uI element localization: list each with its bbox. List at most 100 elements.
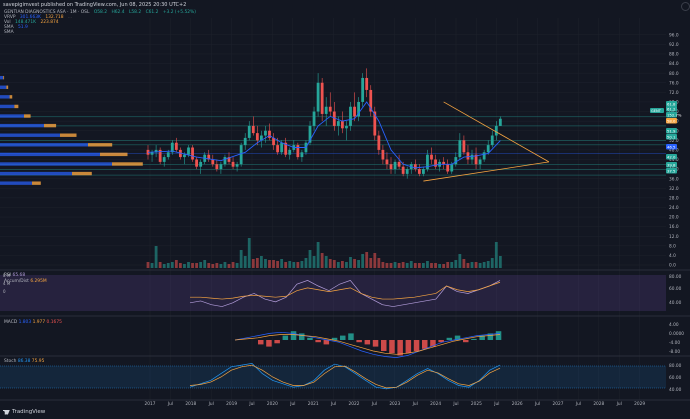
time-tick-label: 2026: [512, 401, 523, 407]
volume-bar: [207, 263, 211, 268]
time-tick-label: 2024: [430, 401, 441, 407]
candle-body: [458, 140, 462, 158]
volume-bar: [300, 261, 304, 268]
volume-bar: [389, 263, 393, 268]
volume-bar: [478, 263, 482, 268]
volume-bar: [154, 246, 158, 268]
time-tick-label: Jul: [289, 401, 295, 407]
volume-bar: [276, 261, 279, 268]
time-tick-label: 2025: [471, 401, 482, 407]
price-tick-label: 12.0: [669, 234, 679, 240]
macd-histogram-bar: [323, 340, 330, 345]
vrvp-value-3: ...: [67, 15, 73, 20]
candle-body: [385, 159, 389, 165]
macd-histogram-bar: [315, 340, 321, 343]
vp-bar: [0, 75, 4, 80]
ohlc-open: O58.2: [93, 10, 108, 15]
macd-tick: 0.0000: [669, 331, 684, 337]
price-tick-label: 8.0: [669, 243, 676, 249]
rsi-legend[interactable]: RSI 65.68: [4, 273, 25, 278]
candle-body: [450, 164, 454, 172]
candle-body: [174, 142, 178, 150]
macd-histogram-bar: [405, 340, 412, 354]
candle-body: [417, 169, 421, 174]
macd-histogram-bar: [381, 340, 387, 351]
volume-bar: [498, 256, 502, 268]
rsi-value: 65.68: [12, 273, 26, 278]
rsi-band: [0, 275, 666, 311]
candle-body: [393, 161, 397, 170]
ohlc-change: +3.2 (+5.52%): [162, 10, 196, 15]
macd-histogram-bar: [364, 340, 371, 345]
candle-body: [324, 106, 328, 114]
volume-bar: [272, 260, 275, 268]
candle-body: [255, 133, 259, 141]
candle-body: [353, 106, 356, 117]
stoch-tick: 80.00: [669, 363, 682, 369]
volume-bar: [170, 262, 174, 268]
volume-bar: [235, 263, 239, 268]
volume-bar: [369, 258, 373, 268]
vp-bar-value: [6, 85, 9, 89]
volume-bar: [430, 263, 433, 268]
sma-legend-2[interactable]: SMA: [4, 30, 20, 35]
price-tick-label: 0.0: [669, 263, 676, 269]
volume-bar: [446, 262, 450, 268]
candle-body: [288, 149, 292, 155]
volume-bar: [357, 260, 360, 268]
time-tick-label: 2019: [226, 401, 237, 407]
vp-bar: [0, 162, 112, 166]
time-tick-label: 2022: [349, 401, 360, 407]
volume-bar: [462, 259, 466, 268]
rsi-pane: 8 M4 M080.0060.0040.00: [0, 273, 682, 311]
accum-legend[interactable]: Accum/Dist 6.295M: [4, 279, 47, 284]
accum-name: Accum/Dist: [4, 279, 29, 284]
vp-bar-value: [3, 75, 5, 80]
volume-bar: [320, 253, 324, 268]
time-tick-label: 2028: [593, 401, 604, 407]
candle-body: [300, 152, 304, 158]
candle-body: [490, 135, 494, 146]
vp-bar-value: [100, 152, 128, 157]
volume-bar: [199, 262, 203, 268]
candle-body: [166, 152, 170, 158]
macd-histogram-bar: [463, 340, 469, 343]
volume-bar: [215, 263, 219, 268]
candle-body: [389, 164, 393, 170]
camera-icon[interactable]: [681, 2, 690, 11]
candle-body: [401, 166, 405, 174]
candle-body: [280, 142, 284, 153]
volume-bar: [174, 260, 178, 268]
macd-histogram-bar: [348, 333, 354, 340]
price-tick-label: 88.0: [669, 52, 679, 58]
macd-histogram-bar: [397, 340, 403, 356]
candle-body: [162, 157, 166, 162]
price-tick-label: 28.0: [669, 195, 679, 201]
time-tick-label: 2017: [145, 401, 156, 407]
volume-bar: [264, 259, 267, 268]
volume-bar: [494, 242, 498, 268]
macd-legend[interactable]: MACD 1.803 1.977 0.1675: [4, 320, 62, 325]
volume-bar: [296, 262, 300, 268]
candle-body: [328, 106, 332, 112]
macd-histogram-bar: [340, 335, 346, 340]
candle-body: [223, 157, 227, 165]
time-tick-label: Jul: [616, 401, 622, 407]
stoch-legend[interactable]: Stoch 86.38 75.95: [4, 359, 44, 364]
candle-body: [276, 145, 279, 153]
price-label-text: 58.0: [667, 118, 676, 123]
price-tick-label: 20.0: [669, 215, 679, 221]
price-label-text: 37.5: [667, 168, 676, 173]
vp-bar: [0, 95, 10, 99]
volume-bar: [162, 264, 166, 268]
volume-bar: [183, 264, 186, 268]
rsi-right-tick: 40.00: [669, 300, 682, 306]
volume-bar: [490, 258, 494, 268]
price-tick-label: 92.0: [669, 42, 679, 48]
vp-bar: [0, 133, 60, 137]
candle-body: [498, 118, 502, 126]
volume-bar: [211, 264, 215, 268]
volume-bar: [268, 260, 271, 268]
volume-bar: [336, 262, 340, 268]
volume-bar: [434, 263, 437, 268]
